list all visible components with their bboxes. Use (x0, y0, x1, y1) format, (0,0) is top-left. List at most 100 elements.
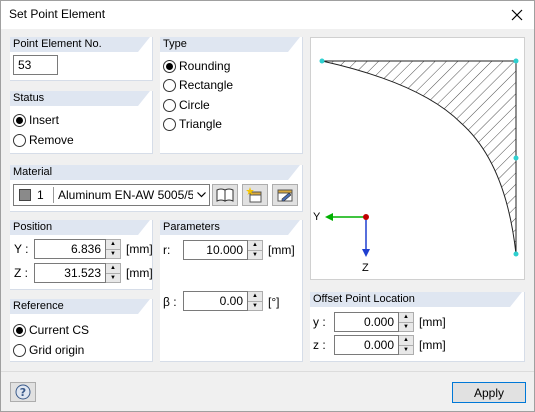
apply-button[interactable]: Apply (452, 382, 526, 403)
parameter-r-unit: [mm] (268, 243, 295, 257)
corner-point (513, 58, 519, 64)
close-button[interactable] (506, 4, 528, 26)
type-header: Type (160, 37, 300, 52)
close-icon (511, 9, 523, 21)
type-rounding-label: Rounding (179, 59, 231, 73)
help-button[interactable]: ? (10, 382, 36, 402)
material-header: Material (10, 165, 300, 180)
radio-indicator (163, 117, 176, 131)
spin-down-icon[interactable]: ▼ (399, 321, 413, 332)
position-z-stepper[interactable]: ▲ ▼ (106, 263, 121, 283)
axis-z-label: Z (362, 262, 369, 274)
offset-z-input[interactable]: 0.000 ▲ ▼ (334, 335, 414, 355)
offset-y-stepper[interactable]: ▲ ▼ (399, 312, 414, 332)
material-select[interactable]: 1 Aluminum EN-AW 5005/5005A (13, 184, 210, 206)
offset-z-unit: [mm] (419, 338, 446, 352)
position-header: Position (10, 220, 150, 235)
reference-radio-grid-origin[interactable]: Grid origin (13, 343, 84, 357)
status-radio-insert[interactable]: Insert (13, 113, 59, 127)
position-y-label: Y : (14, 242, 29, 256)
parameter-beta-unit: [°] (268, 295, 280, 309)
type-radio-triangle[interactable]: Triangle (163, 117, 222, 131)
window-title: Set Point Element (9, 7, 106, 21)
spin-up-icon[interactable]: ▲ (399, 336, 413, 345)
type-radio-rounding[interactable]: Rounding (163, 59, 230, 73)
spin-down-icon[interactable]: ▼ (248, 300, 262, 311)
position-y-value[interactable]: 6.836 (34, 239, 106, 259)
point-element-no-header: Point Element No. (10, 37, 150, 52)
offset-z-stepper[interactable]: ▲ ▼ (399, 335, 414, 355)
offset-z-value[interactable]: 0.000 (334, 335, 399, 355)
svg-text:?: ? (20, 386, 26, 399)
spin-up-icon[interactable]: ▲ (399, 313, 413, 322)
parameter-r-stepper[interactable]: ▲ ▼ (248, 240, 263, 260)
position-y-stepper[interactable]: ▲ ▼ (106, 239, 121, 259)
parameter-beta-label: β : (163, 295, 177, 309)
status-header: Status (10, 91, 150, 106)
rounding-preview-graphic (319, 58, 519, 257)
radio-indicator (13, 133, 26, 147)
axis-y-label: Y (313, 211, 321, 223)
book-icon (216, 188, 234, 202)
offset-point-location-group: Offset Point Location y : 0.000 ▲ ▼ [mm]… (310, 292, 525, 362)
parameters-header: Parameters (160, 220, 300, 235)
position-z-input[interactable]: 31.523 ▲ ▼ (34, 263, 121, 283)
edit-material-button[interactable] (272, 184, 298, 206)
radio-indicator (13, 323, 26, 337)
parameter-beta-value[interactable]: 0.00 (183, 291, 248, 311)
material-color-swatch (19, 189, 31, 201)
title-bar: Set Point Element (1, 1, 534, 29)
axis-z-arrow (362, 217, 370, 257)
edit-material-icon (277, 189, 293, 202)
spin-down-icon[interactable]: ▼ (106, 248, 120, 259)
reference-radio-current-cs[interactable]: Current CS (13, 323, 89, 337)
spin-up-icon[interactable]: ▲ (248, 241, 262, 250)
type-circle-label: Circle (179, 98, 210, 112)
status-radio-remove[interactable]: Remove (13, 133, 74, 147)
type-radio-rectangle[interactable]: Rectangle (163, 78, 233, 92)
new-material-button[interactable] (242, 184, 268, 206)
set-point-element-dialog: Set Point Element Point Element No. 53 T… (0, 0, 535, 412)
point-element-no-input[interactable]: 53 (13, 55, 58, 75)
position-y-input[interactable]: 6.836 ▲ ▼ (34, 239, 121, 259)
spin-up-icon[interactable]: ▲ (248, 292, 262, 301)
type-triangle-label: Triangle (179, 117, 222, 131)
type-group: Type Rounding Rectangle Circle Triangle (160, 37, 303, 154)
material-library-button[interactable] (212, 184, 238, 206)
spin-up-icon[interactable]: ▲ (106, 240, 120, 249)
parameter-beta-stepper[interactable]: ▲ ▼ (248, 291, 263, 311)
position-z-value[interactable]: 31.523 (34, 263, 106, 283)
reference-grid-origin-label: Grid origin (29, 343, 85, 357)
spin-down-icon[interactable]: ▼ (399, 344, 413, 355)
position-y-unit: [mm] (126, 242, 153, 256)
offset-y-unit: [mm] (419, 315, 446, 329)
preview-canvas: Y Z (310, 37, 525, 280)
spin-up-icon[interactable]: ▲ (106, 264, 120, 273)
status-remove-label: Remove (29, 133, 74, 147)
type-radio-circle[interactable]: Circle (163, 98, 210, 112)
radio-indicator (13, 343, 26, 357)
axis-y-arrow (325, 213, 366, 221)
corner-point (513, 251, 519, 257)
status-insert-label: Insert (29, 113, 60, 127)
hatched-region (321, 60, 517, 255)
help-icon: ? (15, 384, 31, 400)
offset-y-value[interactable]: 0.000 (334, 312, 399, 332)
footer-divider (1, 371, 534, 372)
spin-down-icon[interactable]: ▼ (106, 272, 120, 283)
radio-indicator (13, 113, 26, 127)
offset-y-input[interactable]: 0.000 ▲ ▼ (334, 312, 414, 332)
position-group: Position Y : 6.836 ▲ ▼ [mm] Z : 31.523 ▲… (10, 220, 153, 290)
origin-point (363, 214, 369, 220)
offset-y-label: y : (313, 315, 326, 329)
parameter-r-input[interactable]: 10.000 ▲ ▼ (183, 240, 263, 260)
reference-group: Reference Current CS Grid origin (10, 299, 153, 362)
parameter-beta-input[interactable]: 0.00 ▲ ▼ (183, 291, 263, 311)
spin-down-icon[interactable]: ▼ (248, 249, 262, 260)
offset-point-location-header: Offset Point Location (310, 292, 522, 307)
position-z-label: Z : (14, 266, 28, 280)
parameter-r-value[interactable]: 10.000 (183, 240, 248, 260)
parameter-r-label: r: (163, 243, 171, 257)
type-rectangle-label: Rectangle (179, 78, 234, 92)
parameters-group: Parameters r: 10.000 ▲ ▼ [mm] β : 0.00 ▲… (160, 220, 303, 362)
